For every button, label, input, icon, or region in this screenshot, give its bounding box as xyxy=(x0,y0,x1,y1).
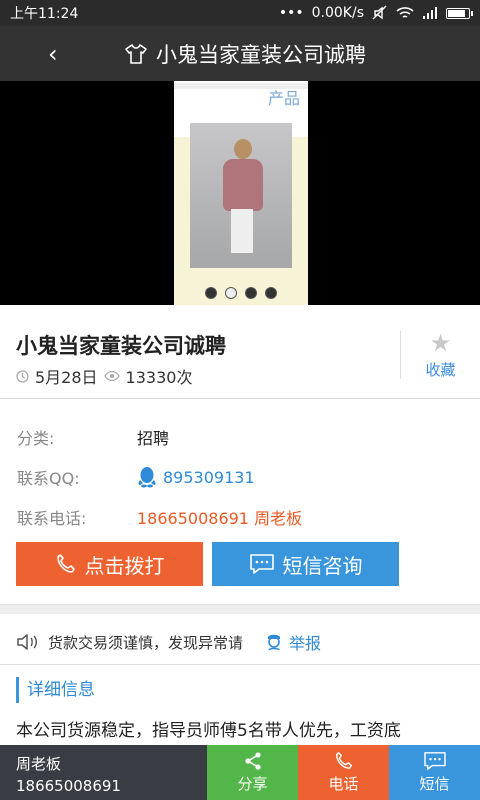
image-carousel[interactable]: 产品 xyxy=(0,81,480,305)
status-dots: ••• xyxy=(278,5,304,21)
description-text: 本公司货源稳定，指导员师傅5名带人优先，工资底 xyxy=(16,721,401,741)
star-icon: ★ xyxy=(429,329,452,357)
photo-body xyxy=(223,159,263,211)
share-icon xyxy=(244,752,261,770)
header-title-group: 小鬼当家童装公司诚聘 xyxy=(124,39,366,69)
contact-phone: 18665008691 xyxy=(16,777,121,795)
shirt-icon xyxy=(125,43,147,64)
share-button[interactable]: 分享 xyxy=(207,745,298,800)
category-value: 招聘 xyxy=(137,429,170,448)
section-gap xyxy=(0,604,480,614)
contact-name: 周老板 xyxy=(16,755,62,773)
listing-views: 13330次 xyxy=(125,368,193,387)
favorite-label: 收藏 xyxy=(425,361,456,379)
sms-button[interactable]: 短信 xyxy=(389,745,480,800)
call-button[interactable]: 点击拨打 xyxy=(16,542,203,586)
qq-value: 895309131 xyxy=(163,467,255,487)
page-title: 小鬼当家童装公司诚聘 xyxy=(156,42,366,67)
call-button-label: 点击拨打 xyxy=(84,553,165,578)
phone-icon xyxy=(335,752,352,769)
photo-legs xyxy=(231,209,253,253)
category-row: 分类: 招聘 xyxy=(17,425,169,449)
signal-icon xyxy=(423,7,437,19)
sms-button-label: 短信咨询 xyxy=(282,553,363,578)
message-icon xyxy=(423,752,446,770)
call-label: 电话 xyxy=(328,775,359,793)
qq-link[interactable]: 895309131 xyxy=(137,466,255,488)
battery-icon xyxy=(446,7,473,19)
category-label: 分类: xyxy=(17,429,55,448)
back-button[interactable]: ‹ xyxy=(48,40,58,68)
carousel-indicators xyxy=(205,287,277,299)
status-time: 上午11:24 xyxy=(10,6,79,22)
qq-label: 联系QQ: xyxy=(17,469,80,488)
listing-meta: 5月28日 13330次 xyxy=(16,364,192,388)
carousel-dot[interactable] xyxy=(245,287,257,299)
phone-icon xyxy=(56,554,75,573)
report-link[interactable]: 举报 xyxy=(265,630,321,654)
message-icon xyxy=(249,554,274,574)
network-speed: 0.00K/s xyxy=(311,5,364,21)
photo-head xyxy=(234,139,252,159)
report-label: 举报 xyxy=(289,634,322,653)
report-icon xyxy=(268,634,281,651)
share-label: 分享 xyxy=(237,775,268,793)
poster-title: 产品 xyxy=(268,89,301,108)
carousel-image[interactable]: 产品 xyxy=(174,81,308,305)
divider xyxy=(0,664,480,665)
sms-label: 短信 xyxy=(419,775,450,793)
phone-link[interactable]: 18665008691 周老板 xyxy=(137,505,302,529)
qq-row: 联系QQ: 895309131 xyxy=(17,465,255,489)
carousel-dot[interactable] xyxy=(265,287,277,299)
wifi-icon xyxy=(396,7,414,18)
favorite-button[interactable]: ★ 收藏 xyxy=(400,331,480,379)
section-title: 详细信息 xyxy=(16,677,95,703)
title-bar: ‹ 小鬼当家童装公司诚聘 xyxy=(0,26,480,81)
qq-icon xyxy=(138,467,156,488)
carousel-dot[interactable] xyxy=(225,287,237,299)
clock-icon xyxy=(16,369,29,383)
carousel-dot[interactable] xyxy=(205,287,217,299)
listing-title: 小鬼当家童装公司诚聘 xyxy=(16,334,226,358)
phone-label: 联系电话: xyxy=(17,509,87,528)
product-photo xyxy=(190,123,292,268)
sms-consult-button[interactable]: 短信咨询 xyxy=(212,542,399,586)
mute-icon xyxy=(372,5,387,20)
safety-notice: 货款交易须谨慎，发现异常请 举报 xyxy=(16,625,480,659)
status-indicators: ••• 0.00K/s xyxy=(278,5,473,21)
listing-header: 小鬼当家童装公司诚聘 5月28日 13330次 ★ 收藏 xyxy=(0,305,480,399)
status-bar: 上午11:24 ••• 0.00K/s xyxy=(0,0,480,26)
eye-icon xyxy=(103,370,120,382)
speaker-icon xyxy=(17,634,37,650)
bottom-bar: 周老板 18665008691 分享 电话 短信 xyxy=(0,745,480,800)
listing-date: 5月28日 xyxy=(35,368,98,387)
notice-text: 货款交易须谨慎，发现异常请 xyxy=(48,633,244,652)
contact-info: 周老板 18665008691 xyxy=(0,745,207,800)
phone-call-button[interactable]: 电话 xyxy=(298,745,389,800)
phone-row: 联系电话: 18665008691 周老板 xyxy=(17,505,302,529)
